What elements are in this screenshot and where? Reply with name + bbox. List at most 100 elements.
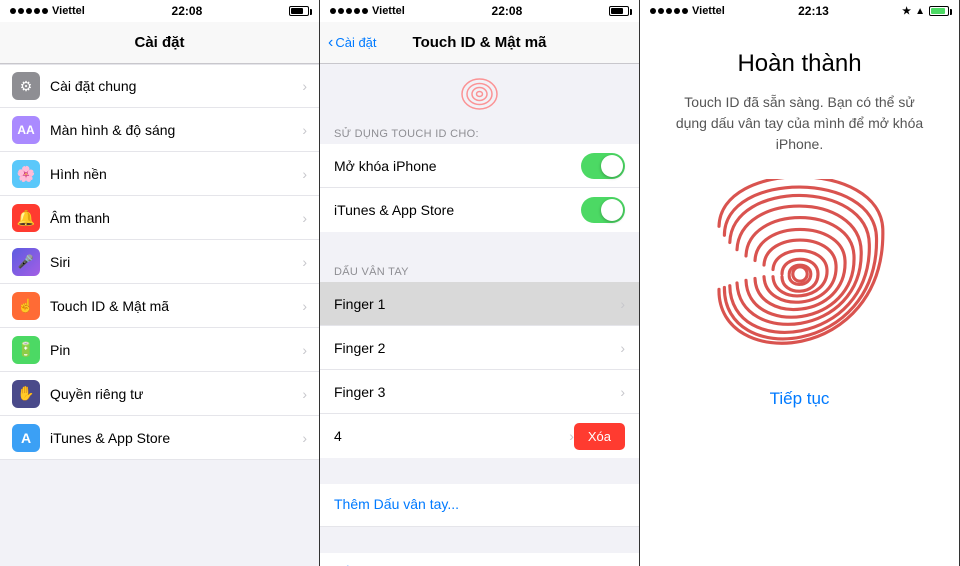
dot2-3 [346,8,352,14]
settings-item-siri[interactable]: 🎤 Siri › [0,240,319,284]
dot3-5 [682,8,688,14]
toggle-itunes-label: iTunes & App Store [334,202,581,218]
finger-3-label: Finger 3 [334,384,620,400]
label-wallpaper: Hình nền [50,166,302,182]
settings-item-battery[interactable]: 🔋 Pin › [0,328,319,372]
status-bar-2: Viettel 22:08 [320,0,639,22]
dot3-3 [666,8,672,14]
time-3: 22:13 [798,4,829,18]
fp-top-icon [452,74,507,114]
status-bar-1: Viettel 22:08 [0,0,319,22]
time-2: 22:08 [492,4,523,18]
settings-item-sound[interactable]: 🔔 Âm thanh › [0,196,319,240]
fingerprint-large-icon [710,179,890,369]
label-touchid: Touch ID & Mật mã [50,298,302,314]
icon-privacy: ✋ [12,380,40,408]
nav-title-2: Touch ID & Mật mã [413,34,547,51]
toggle-unlock-label: Mở khóa iPhone [334,158,581,174]
label-general: Cài đặt chung [50,78,302,94]
signal-1 [10,8,48,14]
icon-sound: 🔔 [12,204,40,232]
bluetooth-icon: ★ [902,6,911,17]
section-finger-header: DẤU VÂN TAY [320,258,639,282]
dot2-5 [362,8,368,14]
dot2-1 [330,8,336,14]
carrier-3: Viettel [692,5,725,17]
disable-passcode-row[interactable]: Tắt mật mã [320,553,639,566]
icon-siri: 🎤 [12,248,40,276]
finger-1-label: Finger 1 [334,296,620,312]
section-use-header: SỬ DỤNG TOUCH ID CHO: [320,120,639,144]
battery-fill-2 [611,8,623,14]
chevron-itunes: › [302,430,307,446]
back-button-2[interactable]: ‹ Cài đặt [328,34,377,52]
battery-3 [929,6,949,16]
chevron-back-icon: ‹ [328,34,333,52]
nav-title-1: Cài đặt [134,34,184,51]
content-2: SỬ DỤNG TOUCH ID CHO: Mở khóa iPhone iTu… [320,64,639,566]
icon-display: AA [12,116,40,144]
gap-1 [320,232,639,258]
chevron-display: › [302,122,307,138]
label-privacy: Quyền riêng tư [50,386,302,402]
screen-completion: Viettel 22:13 ★ ▲ Hoàn thành Touch ID đã… [640,0,960,566]
screen-settings: Viettel 22:08 Cài đặt ⚙ Cài đặt chung › … [0,0,320,566]
dot2-2 [338,8,344,14]
settings-list: ⚙ Cài đặt chung › AA Màn hình & độ sáng … [0,64,319,566]
settings-group-1: ⚙ Cài đặt chung › AA Màn hình & độ sáng … [0,64,319,460]
finger-1[interactable]: Finger 1 › [320,282,639,326]
chevron-wallpaper: › [302,166,307,182]
settings-item-privacy[interactable]: ✋ Quyền riêng tư › [0,372,319,416]
back-label-2: Cài đặt [335,35,376,50]
signal-3 [650,8,688,14]
status-left-3: Viettel [650,5,725,17]
completion-content: Hoàn thành Touch ID đã sẵn sàng. Bạn có … [640,22,959,566]
screen-touchid: Viettel 22:08 ‹ Cài đặt Touch ID & Mật m… [320,0,640,566]
time-1: 22:08 [172,4,203,18]
settings-item-display[interactable]: AA Màn hình & độ sáng › [0,108,319,152]
chevron-privacy: › [302,386,307,402]
nav-bar-1: Cài đặt [0,22,319,64]
chevron-siri: › [302,254,307,270]
fp-top-area [320,64,639,120]
chevron-f2: › [620,340,625,356]
icon-itunes: A [12,424,40,452]
dot2-4 [354,8,360,14]
chevron-sound: › [302,210,307,226]
toggle-itunes: iTunes & App Store [320,188,639,232]
carrier-2: Viettel [372,5,405,17]
status-right-3: ★ ▲ [902,6,949,17]
finger-2[interactable]: Finger 2 › [320,326,639,370]
battery-1 [289,6,309,16]
label-battery: Pin [50,342,302,358]
finger-3[interactable]: Finger 3 › [320,370,639,414]
settings-item-itunes[interactable]: A iTunes & App Store › [0,416,319,460]
settings-item-wallpaper[interactable]: 🌸 Hình nền › [0,152,319,196]
completion-description: Touch ID đã sẵn sàng. Bạn có thể sử dụng… [640,78,959,169]
add-fingerprint-row[interactable]: Thêm Dấu vân tay... [320,484,639,527]
battery-fill-3 [931,8,945,14]
chevron-f3: › [620,384,625,400]
label-siri: Siri [50,254,302,270]
icon-general: ⚙ [12,72,40,100]
signal-2 [330,8,368,14]
status-right-1 [289,6,309,16]
settings-item-touchid[interactable]: ☝ Touch ID & Mật mã › [0,284,319,328]
finger-2-label: Finger 2 [334,340,620,356]
finger-4[interactable]: 4 › Xóa [320,414,639,458]
continue-button[interactable]: Tiếp tục [770,389,830,409]
label-itunes: iTunes & App Store [50,430,302,446]
dot3-4 [674,8,680,14]
toggle-itunes-switch[interactable] [581,197,625,223]
delete-button[interactable]: Xóa [574,423,625,450]
toggle-unlock-switch[interactable] [581,153,625,179]
settings-item-general[interactable]: ⚙ Cài đặt chung › [0,64,319,108]
icon-battery: 🔋 [12,336,40,364]
battery-fill-1 [291,8,303,14]
dot1 [10,8,16,14]
add-fingerprint-label: Thêm Dấu vân tay... [334,496,459,512]
finger-4-label: 4 [334,428,569,444]
label-display: Màn hình & độ sáng [50,122,302,138]
status-right-2 [609,6,629,16]
icon-touchid: ☝ [12,292,40,320]
